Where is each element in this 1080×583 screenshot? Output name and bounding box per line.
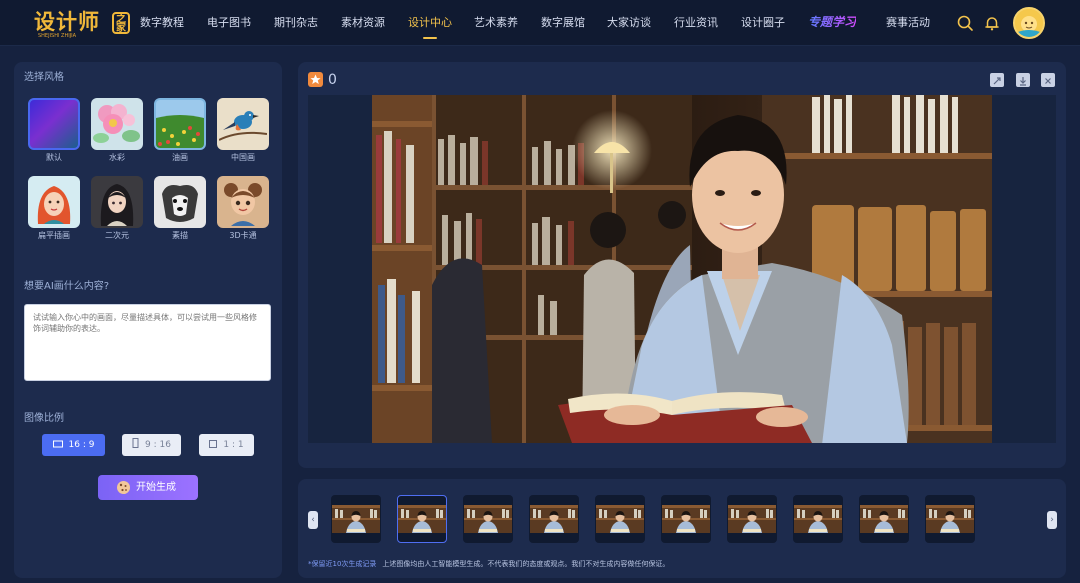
ai-disclaimer: 上述图像均由人工智能模型生成。不代表我们的态度或观点。我们不对生成内容做任何保证…: [382, 560, 670, 568]
style-thumb-3d-cartoon: [217, 176, 269, 228]
nav-item-design-center[interactable]: 设计中心: [408, 15, 452, 39]
nav-item-design-circle[interactable]: 设计圈子: [741, 15, 785, 31]
history-thumbnail[interactable]: [397, 495, 447, 543]
settings-panel: 选择风格 默认 水彩 油画 中国画 扁平插画 二次元 素描 3D卡通 想要AI画…: [14, 62, 282, 578]
star-icon[interactable]: [308, 72, 323, 87]
style-thumb-default: [28, 98, 80, 150]
logo-text: 设计师: [34, 9, 100, 34]
style-option-oil-painting[interactable]: 油画: [154, 98, 206, 163]
nav-item-digital-gallery[interactable]: 数字展馆: [541, 15, 585, 31]
history-thumbnail[interactable]: [925, 495, 975, 543]
style-thumb-watercolor: [91, 98, 143, 150]
scroll-left-button[interactable]: ‹: [308, 511, 318, 529]
history-thumbnail[interactable]: [529, 495, 579, 543]
download-icon[interactable]: [1016, 73, 1030, 87]
logo-subtitle: SHEJISHI ZHIJIA: [38, 33, 77, 39]
landscape-icon: [52, 440, 63, 448]
nav-item-interviews[interactable]: 大家访谈: [607, 15, 651, 31]
prompt-input[interactable]: [24, 304, 271, 381]
close-icon[interactable]: [1041, 73, 1055, 87]
style-section-title: 选择风格: [24, 72, 64, 83]
chevron-left-icon: ‹: [311, 515, 315, 525]
nav-item-digital-tutorials[interactable]: 数字教程: [140, 15, 184, 31]
history-note: *保留近10次生成记录 上述图像均由人工智能模型生成。不代表我们的态度或观点。我们…: [308, 560, 669, 569]
portrait-icon: [132, 438, 139, 448]
nav-item-industry-news[interactable]: 行业资讯: [674, 15, 718, 31]
style-label: 素描: [172, 231, 188, 240]
logo-badge: 之家: [112, 12, 130, 34]
prompt-section-title: 想要AI画什么内容?: [24, 281, 110, 292]
style-label: 3D卡通: [229, 231, 257, 240]
ratio-1-1-button[interactable]: 1 : 1: [199, 434, 254, 456]
history-thumbnail[interactable]: [727, 495, 777, 543]
expand-icon[interactable]: [990, 73, 1004, 87]
style-label: 二次元: [105, 231, 129, 240]
style-thumb-chinese-painting: [217, 98, 269, 150]
nav-item-ebooks[interactable]: 电子图书: [207, 15, 251, 31]
style-option-flat-illustration[interactable]: 扁平插画: [28, 176, 80, 241]
cookie-icon: [116, 480, 131, 495]
history-thumbnail[interactable]: [661, 495, 711, 543]
style-option-sketch[interactable]: 素描: [154, 176, 206, 241]
ratio-label: 16 : 9: [68, 440, 95, 450]
chevron-right-icon: ›: [1050, 515, 1054, 525]
style-option-3d-cartoon[interactable]: 3D卡通: [217, 176, 269, 241]
style-label: 中国画: [231, 153, 255, 162]
style-thumb-sketch: [154, 176, 206, 228]
generated-image: [372, 95, 992, 443]
style-thumb-oil-painting: [154, 98, 206, 150]
search-icon[interactable]: [956, 14, 974, 32]
nav-item-events[interactable]: 赛事活动: [886, 15, 930, 31]
top-navigation-bar: 设计师 之家 SHEJISHI ZHIJIA 数字教程 电子图书 期刊杂志 素材…: [0, 0, 1080, 46]
generate-button[interactable]: 开始生成: [98, 475, 198, 500]
ratio-label: 1 : 1: [223, 440, 244, 450]
history-thumbnail[interactable]: [595, 495, 645, 543]
style-label: 扁平插画: [38, 231, 70, 240]
history-thumbnail[interactable]: [331, 495, 381, 543]
result-panel: 0: [298, 62, 1066, 468]
scroll-right-button[interactable]: ›: [1047, 511, 1057, 529]
style-label: 水彩: [109, 153, 125, 162]
style-option-default[interactable]: 默认: [28, 98, 80, 163]
user-avatar[interactable]: [1013, 7, 1045, 39]
history-thumbnail[interactable]: [859, 495, 909, 543]
site-logo[interactable]: 设计师 之家 SHEJISHI ZHIJIA: [34, 9, 130, 39]
ratio-section-title: 图像比例: [24, 413, 64, 424]
history-retention-note: *保留近10次生成记录: [308, 560, 377, 568]
style-thumb-anime: [91, 176, 143, 228]
bell-icon[interactable]: [983, 14, 1001, 32]
generate-button-label: 开始生成: [136, 482, 176, 493]
style-label: 油画: [172, 153, 188, 162]
ratio-16-9-button[interactable]: 16 : 9: [42, 434, 105, 456]
style-option-watercolor[interactable]: 水彩: [91, 98, 143, 163]
style-option-chinese-painting[interactable]: 中国画: [217, 98, 269, 163]
favorite-count: 0: [328, 72, 337, 88]
ratio-label: 9 : 16: [145, 440, 171, 450]
ratio-9-16-button[interactable]: 9 : 16: [122, 434, 181, 456]
nav-item-special-study[interactable]: 专题学习: [808, 14, 856, 30]
history-thumbnail[interactable]: [793, 495, 843, 543]
style-thumb-flat-illustration: [28, 176, 80, 228]
nav-item-journals[interactable]: 期刊杂志: [274, 15, 318, 31]
history-panel: ‹ › *保留近10次生成记录 上述图像均由人工智能模型生成。不代表我们的态度或观…: [298, 479, 1066, 578]
square-icon: [209, 440, 218, 448]
nav-item-art-literacy[interactable]: 艺术素养: [474, 15, 518, 31]
history-thumbnail[interactable]: [463, 495, 513, 543]
image-canvas: [308, 95, 1056, 443]
nav-item-resources[interactable]: 素材资源: [341, 15, 385, 31]
style-label: 默认: [46, 153, 62, 162]
style-option-anime[interactable]: 二次元: [91, 176, 143, 241]
